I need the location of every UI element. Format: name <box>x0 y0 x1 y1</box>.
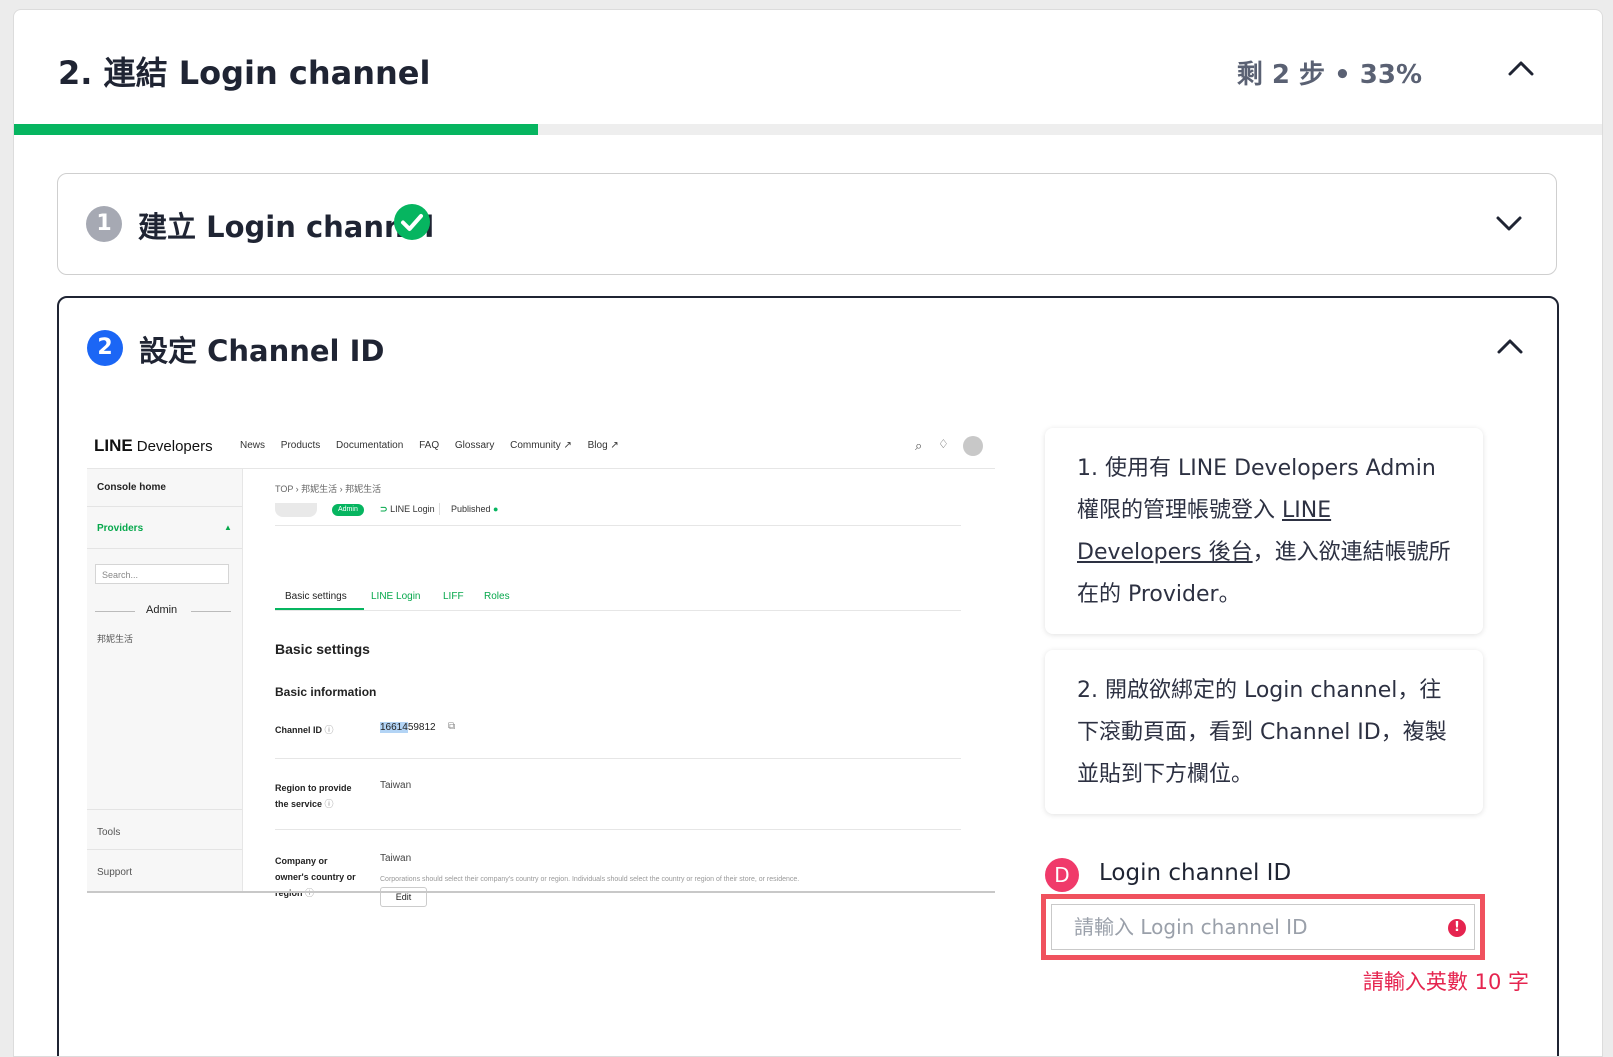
step-1-badge: 1 <box>86 206 122 242</box>
line-login-icon: ⊃ <box>380 504 388 514</box>
channel-type: LINE Login <box>390 504 435 514</box>
company-note: Corporations should select their company… <box>380 876 800 883</box>
nav-item: Documentation <box>336 440 404 451</box>
screenshot-nav: News Products Documentation FAQ Glossary… <box>240 440 632 451</box>
chevron-down-icon[interactable] <box>1494 208 1524 238</box>
step-2-accordion: 2 設定 Channel ID LINE Developers News Prod… <box>57 296 1559 1056</box>
tab-line-login: LINE Login <box>371 591 421 602</box>
copy-icon: ⧉ <box>448 721 456 732</box>
sidebar-support: Support <box>97 867 133 878</box>
card-header[interactable]: 2. 連結 Login channel 剩 2 步 • 33% <box>14 10 1602 124</box>
line-developers-logo: LINE Developers <box>94 436 213 455</box>
step-1-title: 建立 Login channel <box>138 210 435 244</box>
search-icon: ⌕ <box>915 438 923 453</box>
admin-badge: Admin <box>332 504 364 516</box>
screenshot-main: TOP › 邦妮生活 › 邦妮生活 Admin ⊃ LINE Login Pub… <box>243 469 995 907</box>
tab-liff: LIFF <box>443 591 464 602</box>
region-value: Taiwan <box>380 780 412 791</box>
bell-icon: ♢ <box>938 437 949 451</box>
step-1-accordion[interactable]: 1 建立 Login channel <box>57 173 1557 275</box>
progress-bar-fill <box>14 124 539 135</box>
sidebar-search: Search... <box>95 564 229 584</box>
nav-item: FAQ <box>419 440 440 451</box>
chevron-up-icon[interactable] <box>1506 54 1536 84</box>
field-error-message: 請輸入英數 10 字 <box>1362 970 1529 994</box>
instruction-screenshot: LINE Developers News Products Documentati… <box>87 426 995 907</box>
nav-item: Glossary <box>454 440 495 451</box>
help-icon: ⓘ <box>324 725 334 735</box>
status-text: Published <box>451 504 491 514</box>
caret-up-icon: ▲ <box>224 523 232 532</box>
screenshot-topbar: LINE Developers News Products Documentati… <box>87 426 995 469</box>
field-badge: D <box>1045 858 1079 892</box>
instruction-1-text: 1. 使用有 LINE Developers Admin 權限的管理帳號登入 <box>1077 456 1436 523</box>
status-dot-icon: ● <box>493 504 499 514</box>
help-icon: ⓘ <box>305 888 315 898</box>
step-2-title: 設定 Channel ID <box>139 334 385 368</box>
nav-item: Community ↗ <box>510 440 572 451</box>
avatar <box>963 436 983 456</box>
sidebar-console-home: Console home <box>97 482 166 493</box>
instruction-2-text: 2. 開啟欲綁定的 Login channel，往下滾動頁面，看到 Channe… <box>1077 678 1447 787</box>
channel-icon <box>275 503 317 517</box>
breadcrumb: TOP › 邦妮生活 › 邦妮生活 <box>275 484 382 494</box>
channel-id-value: 1661459812 <box>380 722 436 733</box>
nav-item: Products <box>280 440 321 451</box>
subsection-title: Basic information <box>275 685 377 699</box>
instruction-card-2: 2. 開啟欲綁定的 Login channel，往下滾動頁面，看到 Channe… <box>1045 650 1483 814</box>
step-card: 2. 連結 Login channel 剩 2 步 • 33% 1 建立 Log… <box>13 9 1603 1057</box>
chevron-up-icon[interactable] <box>1495 332 1525 362</box>
alert-icon: ! <box>1448 919 1466 937</box>
field-label: Login channel ID <box>1099 860 1292 886</box>
field-highlight: 請輸入 Login channel ID ! <box>1041 894 1485 960</box>
sidebar-providers: Providers <box>97 523 144 534</box>
company-label: Company or <box>275 856 328 866</box>
tab-roles: Roles <box>484 591 510 602</box>
edit-button: Edit <box>380 887 427 907</box>
login-channel-id-input[interactable]: 請輸入 Login channel ID <box>1051 904 1475 950</box>
help-icon: ⓘ <box>324 799 334 809</box>
page-title: 2. 連結 Login channel <box>58 54 431 92</box>
check-circle-icon <box>394 204 430 240</box>
company-value: Taiwan <box>380 853 412 864</box>
tab-basic-settings: Basic settings <box>285 591 347 602</box>
nav-item: Blog ↗ <box>587 440 619 451</box>
screenshot-sidebar: Console home Providers ▲ Search... Admin… <box>87 469 243 891</box>
region-label: Region to provide <box>275 783 352 793</box>
progress-text: 剩 2 步 • 33% <box>1236 60 1422 90</box>
sidebar-provider-name: 邦妮生活 <box>97 634 134 644</box>
sidebar-tools: Tools <box>97 827 121 838</box>
sidebar-admin: Admin <box>146 604 178 616</box>
section-title: Basic settings <box>275 641 370 657</box>
nav-item: News <box>240 440 266 451</box>
progress-bar <box>14 124 1602 135</box>
channel-id-label: Channel ID <box>275 725 323 735</box>
instruction-card-1: 1. 使用有 LINE Developers Admin 權限的管理帳號登入 L… <box>1045 428 1483 634</box>
step-2-badge: 2 <box>87 330 123 366</box>
